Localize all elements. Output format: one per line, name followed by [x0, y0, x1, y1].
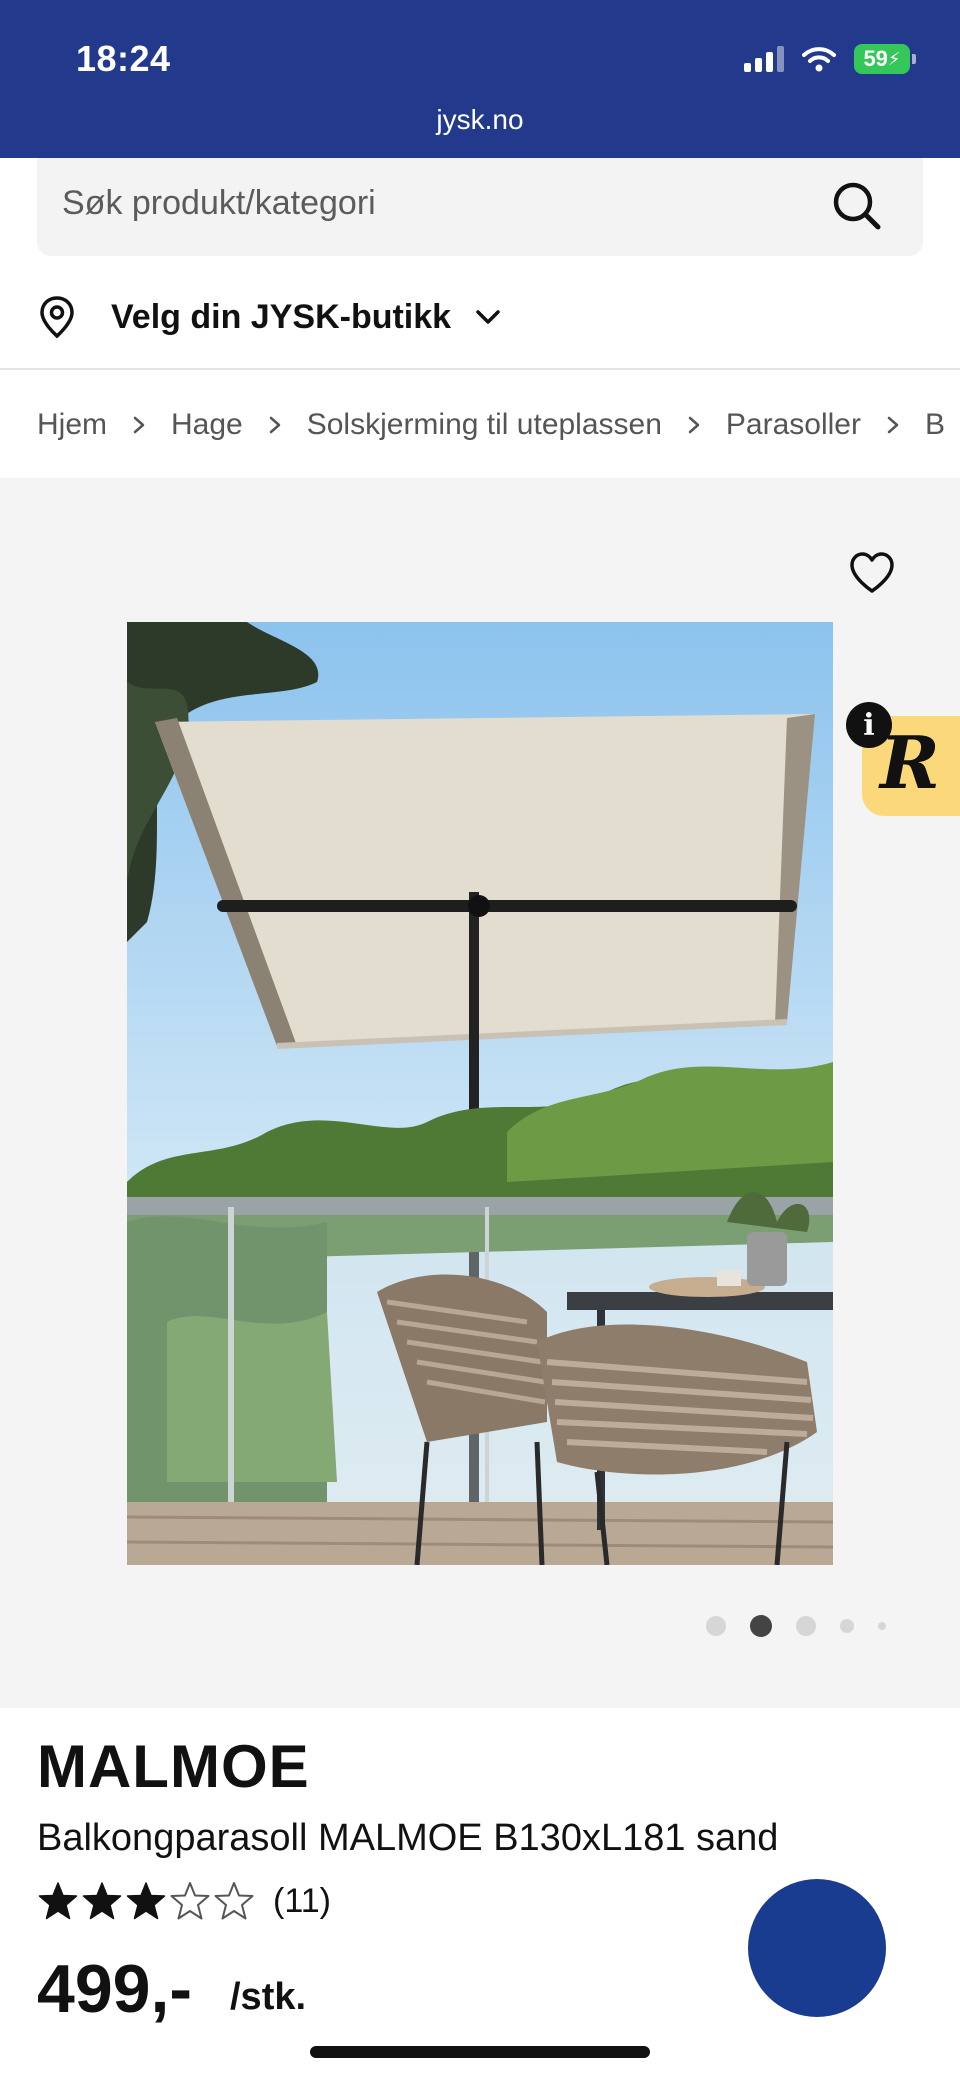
- carousel-dot[interactable]: [706, 1616, 726, 1636]
- breadcrumb-hage[interactable]: Hage: [171, 408, 243, 442]
- product-image[interactable]: [127, 622, 833, 1565]
- heart-icon[interactable]: [848, 550, 896, 596]
- carousel-dot-active[interactable]: [750, 1615, 772, 1637]
- status-time: 18:24: [76, 38, 171, 79]
- browser-header: 18:24 59 ⚡ jysk.no: [0, 0, 960, 158]
- product-brand: MALMOE: [37, 1733, 310, 1800]
- search-bar[interactable]: Søk produkt/kategori: [37, 158, 923, 256]
- rating-stars: [37, 1880, 257, 1922]
- location-pin-icon: [40, 296, 74, 339]
- chevron-right-icon: [269, 416, 280, 434]
- chevron-right-icon: [688, 416, 700, 434]
- star-filled-icon: [126, 1882, 166, 1920]
- signal-icon: [744, 46, 784, 72]
- product-rating[interactable]: (11): [37, 1880, 331, 1922]
- chevron-right-icon: [133, 416, 145, 434]
- chevron-right-icon: [887, 416, 899, 434]
- carousel-dot[interactable]: [840, 1619, 854, 1633]
- star-empty-icon: [214, 1882, 254, 1920]
- wifi-icon: [802, 47, 836, 72]
- breadcrumb: Hjem Hage Solskjerming til uteplassen Pa…: [37, 404, 960, 446]
- chevron-down-icon: [476, 310, 500, 324]
- info-icon[interactable]: i: [846, 702, 892, 748]
- divider: [0, 368, 960, 370]
- search-icon[interactable]: [831, 180, 883, 232]
- battery-level: 59: [863, 46, 888, 71]
- review-count[interactable]: (11): [273, 1882, 331, 1921]
- store-selector-label: Velg din JYSK-butikk: [111, 297, 452, 336]
- carousel-dots: [706, 1614, 886, 1638]
- breadcrumb-home[interactable]: Hjem: [37, 408, 107, 442]
- price-unit: /stk.: [230, 1976, 307, 2018]
- home-indicator: [310, 2046, 650, 2058]
- product-photo-illustration: [127, 622, 833, 1565]
- star-filled-icon: [82, 1882, 122, 1920]
- star-filled-icon: [38, 1882, 78, 1920]
- product-name: Balkongparasoll MALMOE B130xL181 sand: [37, 1817, 779, 1859]
- star-empty-icon: [170, 1882, 210, 1920]
- search-input[interactable]: Søk produkt/kategori: [62, 184, 376, 223]
- carousel-dot[interactable]: [878, 1622, 886, 1630]
- carousel-dot[interactable]: [796, 1616, 816, 1636]
- product-price: 499,-: [37, 1951, 192, 2027]
- breadcrumb-solskjerming[interactable]: Solskjerming til uteplassen: [307, 408, 662, 442]
- status-icons: 59 ⚡: [744, 44, 916, 74]
- address-bar-url[interactable]: jysk.no: [0, 104, 960, 136]
- floating-action-button[interactable]: [748, 1879, 886, 2017]
- battery-icon: 59 ⚡: [854, 44, 916, 74]
- store-selector[interactable]: Velg din JYSK-butikk: [37, 290, 503, 344]
- breadcrumb-parasoller[interactable]: Parasoller: [726, 408, 861, 442]
- breadcrumb-current[interactable]: B: [925, 408, 945, 442]
